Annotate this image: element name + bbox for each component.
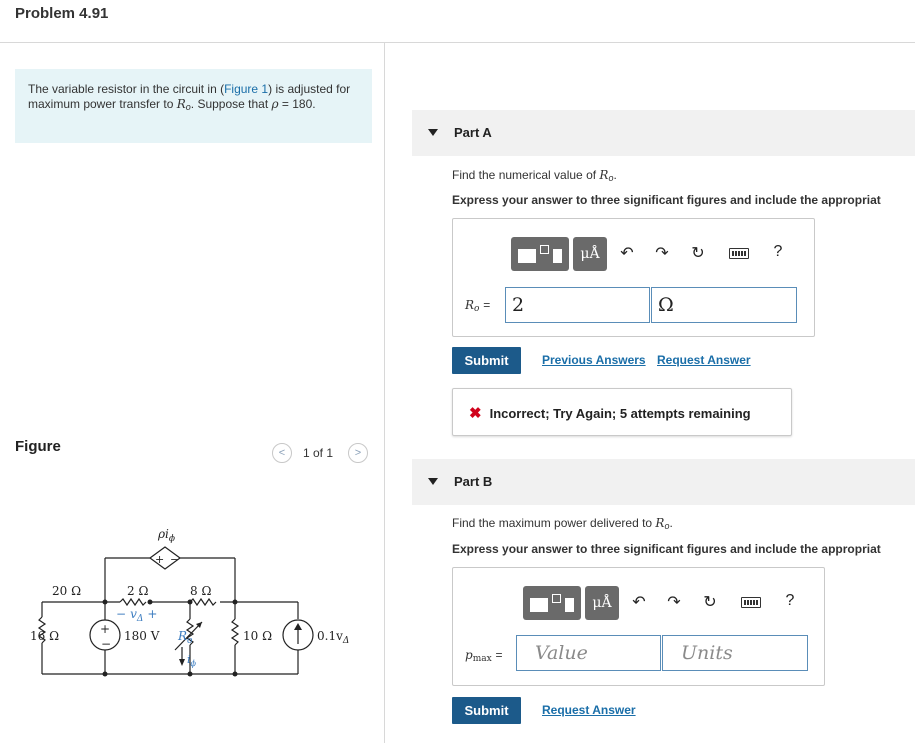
part-a-value-input[interactable]: 2 bbox=[505, 287, 650, 323]
chevron-right-icon: > bbox=[354, 447, 362, 459]
help-button[interactable]: ? bbox=[767, 243, 789, 261]
figure-link[interactable]: Figure 1 bbox=[224, 82, 268, 96]
templates-button[interactable] bbox=[511, 237, 569, 271]
column-divider bbox=[384, 42, 385, 743]
part-a-units-input[interactable]: Ω bbox=[651, 287, 797, 323]
label-180v: 180 V bbox=[124, 629, 160, 643]
part-a-header[interactable]: Part A bbox=[412, 110, 915, 156]
figure-prev-button[interactable]: < bbox=[272, 443, 292, 463]
chevron-left-icon: < bbox=[278, 447, 286, 459]
figure-next-button[interactable]: > bbox=[348, 443, 368, 463]
dep-minus: − bbox=[170, 553, 179, 566]
templates-button[interactable] bbox=[523, 586, 581, 620]
header-divider bbox=[0, 42, 915, 43]
label-8-ohm: 8 Ω bbox=[190, 584, 211, 598]
label-ro: Ro bbox=[177, 629, 193, 646]
label-isrc: 0.1vΔ bbox=[317, 629, 349, 646]
part-a-variable-label: Ro = bbox=[465, 298, 491, 314]
part-b-variable-label: pmax = bbox=[465, 648, 503, 664]
previous-answers-link[interactable]: Previous Answers bbox=[542, 353, 646, 367]
figure-label: Figure bbox=[15, 438, 61, 455]
part-a-feedback: ✖ Incorrect; Try Again; 5 attempts remain… bbox=[452, 388, 792, 436]
figure-counter: 1 of 1 bbox=[303, 446, 334, 460]
part-a-title: Part A bbox=[454, 125, 492, 140]
collapse-triangle-icon bbox=[428, 478, 438, 485]
page-title: Problem 4.91 bbox=[15, 5, 109, 22]
part-a-question: Find the numerical value of Ro. bbox=[452, 168, 617, 183]
reset-icon[interactable]: ↻ bbox=[687, 243, 709, 263]
part-b-request-answer-link[interactable]: Request Answer bbox=[542, 703, 636, 717]
label-vdelta: − vΔ + bbox=[116, 607, 157, 624]
undo-icon[interactable]: ↶ bbox=[616, 243, 638, 263]
keyboard-icon[interactable] bbox=[729, 248, 749, 259]
label-10-ohm: 10 Ω bbox=[243, 629, 272, 643]
label-20-ohm: 20 Ω bbox=[52, 584, 81, 598]
part-b-units-input[interactable]: Units bbox=[662, 635, 808, 671]
help-button[interactable]: ? bbox=[779, 592, 801, 610]
circuit-diagram: ρiϕ + − 20 Ω 2 Ω 8 Ω 16 Ω + − 180 V Ro i… bbox=[30, 527, 349, 677]
undo-icon[interactable]: ↶ bbox=[628, 592, 650, 612]
collapse-triangle-icon bbox=[428, 129, 438, 136]
redo-icon[interactable]: ↷ bbox=[651, 243, 673, 263]
label-2-ohm: 2 Ω bbox=[127, 584, 148, 598]
part-a-submit-button[interactable]: Submit bbox=[452, 347, 521, 374]
part-b-header[interactable]: Part B bbox=[412, 459, 915, 505]
redo-icon[interactable]: ↷ bbox=[663, 592, 685, 612]
vsrc-minus: − bbox=[101, 637, 111, 651]
part-b-value-input[interactable]: Value bbox=[516, 635, 661, 671]
reset-icon[interactable]: ↻ bbox=[699, 592, 721, 612]
units-button[interactable]: μÅ bbox=[573, 237, 607, 271]
dep-plus: + bbox=[155, 553, 164, 566]
part-b-answer-box: μÅ ↶ ↷ ↻ ? pmax = Value Units bbox=[452, 567, 825, 686]
vsrc-plus: + bbox=[100, 622, 110, 636]
keyboard-icon[interactable] bbox=[741, 597, 761, 608]
part-a-request-answer-link[interactable]: Request Answer bbox=[657, 353, 751, 367]
label-16-ohm: 16 Ω bbox=[30, 629, 59, 643]
part-b-instruction: Express your answer to three significant… bbox=[452, 542, 881, 556]
dep-source-label: ρiϕ bbox=[157, 527, 175, 544]
error-x-icon: ✖ bbox=[469, 405, 482, 422]
problem-statement: The variable resistor in the circuit in … bbox=[15, 69, 372, 143]
part-a-instruction: Express your answer to three significant… bbox=[452, 193, 881, 207]
part-b-title: Part B bbox=[454, 474, 493, 489]
part-a-answer-box: μÅ ↶ ↷ ↻ ? Ro = 2 Ω bbox=[452, 218, 815, 337]
part-b-submit-button[interactable]: Submit bbox=[452, 697, 521, 724]
part-b-question: Find the maximum power delivered to Ro. bbox=[452, 516, 673, 531]
label-iphi: iϕ bbox=[187, 653, 197, 668]
units-button[interactable]: μÅ bbox=[585, 586, 619, 620]
